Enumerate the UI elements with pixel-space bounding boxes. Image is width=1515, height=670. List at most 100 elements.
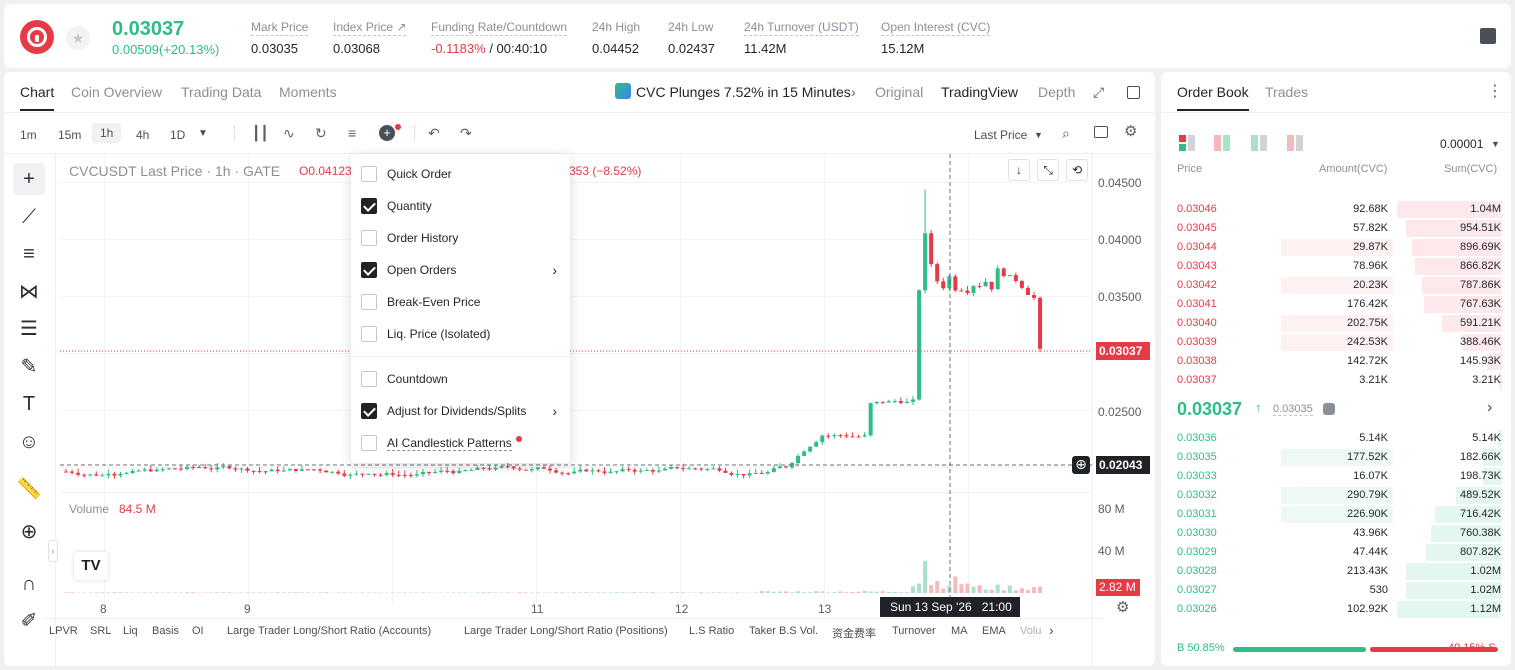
indicator-scroll-right-icon[interactable]: › (1049, 622, 1054, 638)
stat-funding-rate[interactable]: Funding Rate/Countdown -0.1183% / 00:40:… (431, 18, 568, 56)
scroll-down-icon[interactable]: ↓ (1008, 159, 1030, 181)
timezone-settings-icon[interactable]: ⚙ (1116, 600, 1129, 616)
candle-body (221, 466, 226, 468)
candle-body (765, 471, 770, 474)
stat-mark-price[interactable]: Mark Price 0.03035 (251, 18, 309, 56)
menu-item-break-even-price[interactable]: Break-Even Price (361, 292, 561, 312)
checkbox[interactable] (361, 262, 377, 278)
volume-bar (802, 592, 807, 593)
indicator-taker-bs-vol[interactable]: Taker B.S Vol. (749, 625, 818, 637)
volume-bar (880, 591, 885, 593)
tab-order-book[interactable]: Order Book (1177, 84, 1249, 111)
submenu-chevron-icon: › (552, 262, 557, 278)
checkbox[interactable] (361, 435, 377, 451)
volume-bar (759, 591, 764, 593)
candle-body (572, 471, 577, 474)
bid-row[interactable]: 0.03036 5.14K 5.14K (1161, 429, 1511, 448)
stat-index-price[interactable]: Index Price ↗ 0.03068 (333, 18, 407, 56)
indicator-volume[interactable]: Volu (1020, 625, 1041, 637)
checkbox[interactable] (361, 403, 377, 419)
indicator-srl[interactable]: SRL (90, 625, 111, 637)
candle-body (366, 473, 371, 475)
reset-chart-icon[interactable]: ⟲ (1066, 159, 1088, 181)
indicator-basis[interactable]: Basis (152, 625, 179, 637)
compress-icon[interactable]: ⤡ (1037, 159, 1059, 181)
ask-row[interactable]: 0.03039 242.53K 388.46K (1161, 333, 1511, 352)
ask-row[interactable]: 0.03041 176.42K 767.63K (1161, 295, 1511, 314)
bid-row[interactable]: 0.03030 43.96K 760.38K (1161, 524, 1511, 543)
stat-24h-turnover[interactable]: 24h Turnover (USDT) 11.42M (744, 18, 859, 56)
ask-row[interactable]: 0.03044 29.87K 896.69K (1161, 238, 1511, 257)
candle-body (771, 468, 776, 472)
indicator-large-trader-accounts[interactable]: Large Trader Long/Short Ratio (Accounts) (227, 625, 431, 637)
ask-row[interactable]: 0.03045 57.82K 954.51K (1161, 219, 1511, 238)
indicator-ema[interactable]: EMA (982, 625, 1006, 637)
bid-row[interactable]: 0.03028 213.43K 1.02M (1161, 562, 1511, 581)
ask-row[interactable]: 0.03038 142.72K 145.93K (1161, 352, 1511, 371)
ask-row[interactable]: 0.03037 3.21K 3.21K (1161, 371, 1511, 390)
stat-open-interest[interactable]: Open Interest (CVC) 15.12M (881, 18, 991, 56)
row-price: 0.03033 (1177, 470, 1217, 482)
candle-body (330, 471, 335, 473)
view-both-icon[interactable] (1179, 135, 1195, 151)
precision-caret-icon[interactable]: ▼ (1491, 139, 1500, 149)
ask-row[interactable]: 0.03046 92.68K 1.04M (1161, 200, 1511, 219)
bid-row[interactable]: 0.03027 530 1.02M (1161, 581, 1511, 600)
favorite-star-icon[interactable]: ★ (66, 26, 90, 50)
indicator-liq[interactable]: Liq (123, 625, 138, 637)
add-alert-icon[interactable]: ⊕ (1072, 456, 1090, 474)
candle-body (662, 468, 667, 471)
menu-item-quantity[interactable]: Quantity (361, 196, 561, 216)
mid-mark-price[interactable]: 0.03035 (1273, 403, 1313, 416)
checkbox[interactable] (361, 230, 377, 246)
more-options-icon[interactable]: ⋮ (1487, 84, 1503, 100)
volume-bar (535, 592, 540, 593)
stat-24h-high: 24h High 0.04452 (592, 20, 641, 56)
bid-row[interactable]: 0.03033 16.07K 198.73K (1161, 467, 1511, 486)
candle-body (566, 473, 571, 475)
volume-bar (669, 592, 673, 593)
bid-row[interactable]: 0.03029 47.44K 807.82K (1161, 543, 1511, 562)
indicator-ls-ratio[interactable]: L.S Ratio (689, 625, 734, 637)
bid-row[interactable]: 0.03031 226.90K 716.42K (1161, 505, 1511, 524)
bid-row[interactable]: 0.03032 290.79K 489.52K (1161, 486, 1511, 505)
checkbox[interactable] (361, 371, 377, 387)
checkbox[interactable] (361, 326, 377, 342)
checkbox[interactable] (361, 294, 377, 310)
candlestick-chart[interactable] (4, 72, 1155, 666)
view-asks-icon[interactable] (1287, 135, 1303, 151)
candle-body (239, 468, 244, 470)
indicator-lpvr[interactable]: LPVR (49, 625, 78, 637)
tab-trades[interactable]: Trades (1265, 84, 1308, 100)
view-split-icon[interactable] (1214, 135, 1230, 151)
menu-item-adjust-dividends[interactable]: Adjust for Dividends/Splits › (361, 401, 561, 421)
bid-row[interactable]: 0.03035 177.52K 182.66K (1161, 448, 1511, 467)
book-icon[interactable] (1480, 28, 1496, 44)
indicator-turnover[interactable]: Turnover (892, 625, 936, 637)
volume-label: Volume (69, 502, 110, 516)
view-bids-icon[interactable] (1251, 135, 1267, 151)
indicator-large-trader-positions[interactable]: Large Trader Long/Short Ratio (Positions… (464, 625, 668, 637)
menu-item-liq-price[interactable]: Liq. Price (Isolated) (361, 324, 561, 344)
indicator-ma[interactable]: MA (951, 625, 968, 637)
buy-ratio: B 50.85% (1177, 642, 1225, 654)
mid-chevron-icon[interactable]: › (1487, 399, 1492, 417)
row-sum: 1.12M (1470, 603, 1501, 615)
menu-item-order-history[interactable]: Order History (361, 228, 561, 248)
volume-bar (324, 592, 329, 593)
ask-row[interactable]: 0.03040 202.75K 591.21K (1161, 314, 1511, 333)
candle-body (493, 467, 498, 470)
menu-item-ai-candlestick[interactable]: AI Candlestick Patterns (361, 433, 561, 453)
checkbox[interactable] (361, 198, 377, 214)
menu-item-quick-order[interactable]: Quick Order (361, 164, 561, 184)
checkbox[interactable] (361, 166, 377, 182)
bid-row[interactable]: 0.03026 102.92K 1.12M (1161, 600, 1511, 619)
ask-row[interactable]: 0.03042 20.23K 787.86K (1161, 276, 1511, 295)
precision-select[interactable]: 0.00001 (1440, 137, 1483, 151)
ask-row[interactable]: 0.03043 78.96K 866.82K (1161, 257, 1511, 276)
indicator-oi[interactable]: OI (192, 625, 204, 637)
indicator-funding-rate[interactable]: 资金费率 (832, 625, 876, 641)
menu-item-open-orders[interactable]: Open Orders › (361, 260, 561, 280)
volume-bar (94, 592, 99, 593)
menu-item-countdown[interactable]: Countdown (361, 369, 561, 389)
